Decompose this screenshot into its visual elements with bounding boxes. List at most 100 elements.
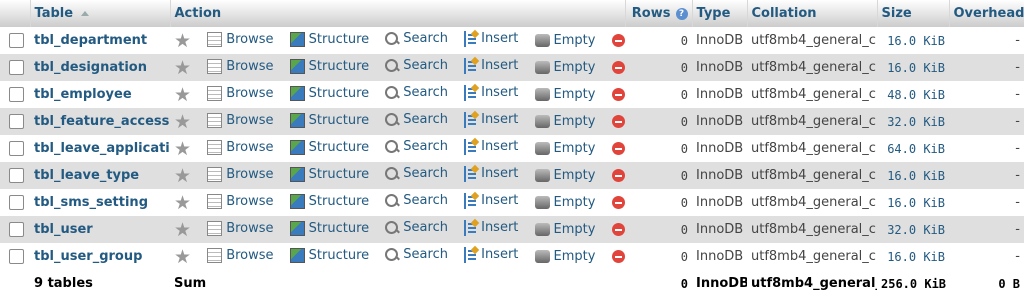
structure-button[interactable]: Structure bbox=[289, 139, 369, 155]
structure-button[interactable]: Structure bbox=[289, 193, 369, 209]
size-link[interactable]: 32.0 KiB bbox=[877, 216, 949, 243]
row-checkbox[interactable] bbox=[9, 87, 24, 102]
collation-link[interactable]: utf8mb4_general_ci bbox=[747, 135, 877, 162]
size-link[interactable]: 16.0 KiB bbox=[877, 189, 949, 216]
search-button[interactable]: Search bbox=[385, 139, 448, 155]
table-name-link[interactable]: tbl_leave_type bbox=[34, 168, 139, 183]
table-name-link[interactable]: tbl_feature_access bbox=[34, 114, 169, 129]
header-rows[interactable]: Rows? bbox=[625, 0, 693, 27]
size-link[interactable]: 16.0 KiB bbox=[877, 54, 949, 81]
size-link[interactable]: 16.0 KiB bbox=[877, 243, 949, 270]
drop-button[interactable]: Drop bbox=[611, 60, 625, 75]
insert-button[interactable]: Insert bbox=[464, 165, 518, 182]
favorite-star-icon[interactable]: ★ bbox=[174, 112, 191, 131]
browse-button[interactable]: Browse bbox=[207, 112, 274, 128]
row-checkbox[interactable] bbox=[9, 33, 24, 48]
size-link[interactable]: 48.0 KiB bbox=[877, 81, 949, 108]
drop-button[interactable]: Drop bbox=[611, 141, 625, 156]
favorite-star-icon[interactable]: ★ bbox=[174, 220, 191, 239]
empty-button[interactable]: Empty bbox=[534, 87, 595, 102]
browse-button[interactable]: Browse bbox=[207, 31, 274, 47]
collation-link[interactable]: utf8mb4_general_ci bbox=[747, 108, 877, 135]
empty-button[interactable]: Empty bbox=[534, 33, 595, 48]
help-icon[interactable]: ? bbox=[675, 7, 688, 20]
collation-link[interactable]: utf8mb4_general_ci bbox=[747, 243, 877, 270]
browse-button[interactable]: Browse bbox=[207, 166, 274, 182]
insert-button[interactable]: Insert bbox=[464, 246, 518, 263]
structure-button[interactable]: Structure bbox=[289, 85, 369, 101]
favorite-star-icon[interactable]: ★ bbox=[174, 85, 191, 104]
insert-button[interactable]: Insert bbox=[464, 138, 518, 155]
drop-button[interactable]: Drop bbox=[611, 195, 625, 210]
search-button[interactable]: Search bbox=[385, 85, 448, 101]
search-button[interactable]: Search bbox=[385, 112, 448, 128]
row-checkbox[interactable] bbox=[9, 141, 24, 156]
browse-button[interactable]: Browse bbox=[207, 193, 274, 209]
insert-button[interactable]: Insert bbox=[464, 30, 518, 47]
browse-button[interactable]: Browse bbox=[207, 85, 274, 101]
insert-button[interactable]: Insert bbox=[464, 57, 518, 74]
drop-button[interactable]: Drop bbox=[611, 168, 625, 183]
drop-button[interactable]: Drop bbox=[611, 222, 625, 237]
row-checkbox[interactable] bbox=[9, 114, 24, 129]
row-checkbox[interactable] bbox=[9, 249, 24, 264]
favorite-star-icon[interactable]: ★ bbox=[174, 139, 191, 158]
empty-button[interactable]: Empty bbox=[534, 114, 595, 129]
empty-button[interactable]: Empty bbox=[534, 60, 595, 75]
favorite-star-icon[interactable]: ★ bbox=[174, 166, 191, 185]
insert-button[interactable]: Insert bbox=[464, 192, 518, 209]
size-link[interactable]: 32.0 KiB bbox=[877, 108, 949, 135]
structure-button[interactable]: Structure bbox=[289, 31, 369, 47]
search-button[interactable]: Search bbox=[385, 31, 448, 47]
search-button[interactable]: Search bbox=[385, 166, 448, 182]
drop-button[interactable]: Drop bbox=[611, 114, 625, 129]
drop-button[interactable]: Drop bbox=[611, 249, 625, 264]
empty-button[interactable]: Empty bbox=[534, 249, 595, 264]
header-table[interactable]: Table bbox=[30, 0, 171, 27]
browse-button[interactable]: Browse bbox=[207, 220, 274, 236]
empty-button[interactable]: Empty bbox=[534, 195, 595, 210]
browse-button[interactable]: Browse bbox=[207, 139, 274, 155]
table-name-link[interactable]: tbl_department bbox=[34, 33, 147, 48]
size-link[interactable]: 64.0 KiB bbox=[877, 135, 949, 162]
row-checkbox[interactable] bbox=[9, 195, 24, 210]
size-link[interactable]: 16.0 KiB bbox=[877, 162, 949, 189]
structure-button[interactable]: Structure bbox=[289, 166, 369, 182]
search-button[interactable]: Search bbox=[385, 247, 448, 263]
collation-link[interactable]: utf8mb4_general_ci bbox=[747, 162, 877, 189]
collation-link[interactable]: utf8mb4_general_ci bbox=[747, 54, 877, 81]
size-link[interactable]: 16.0 KiB bbox=[877, 27, 949, 54]
favorite-star-icon[interactable]: ★ bbox=[174, 31, 191, 50]
table-name-link[interactable]: tbl_leave_application bbox=[34, 141, 170, 156]
collation-link[interactable]: utf8mb4_general_ci bbox=[747, 27, 877, 54]
favorite-star-icon[interactable]: ★ bbox=[174, 247, 191, 266]
insert-button[interactable]: Insert bbox=[464, 84, 518, 101]
row-checkbox[interactable] bbox=[9, 60, 24, 75]
table-name-link[interactable]: tbl_designation bbox=[34, 60, 147, 75]
header-overhead[interactable]: Overhead bbox=[949, 0, 1024, 27]
favorite-star-icon[interactable]: ★ bbox=[174, 58, 191, 77]
structure-button[interactable]: Structure bbox=[289, 247, 369, 263]
insert-button[interactable]: Insert bbox=[464, 219, 518, 236]
header-size[interactable]: Size bbox=[877, 0, 950, 27]
collation-link[interactable]: utf8mb4_general_ci bbox=[747, 216, 877, 243]
table-name-link[interactable]: tbl_sms_setting bbox=[34, 195, 148, 210]
favorite-star-icon[interactable]: ★ bbox=[174, 193, 191, 212]
table-name-link[interactable]: tbl_employee bbox=[34, 87, 132, 102]
empty-button[interactable]: Empty bbox=[534, 222, 595, 237]
structure-button[interactable]: Structure bbox=[289, 58, 369, 74]
empty-button[interactable]: Empty bbox=[534, 168, 595, 183]
browse-button[interactable]: Browse bbox=[207, 58, 274, 74]
browse-button[interactable]: Browse bbox=[207, 247, 274, 263]
collation-link[interactable]: utf8mb4_general_ci bbox=[747, 189, 877, 216]
search-button[interactable]: Search bbox=[385, 193, 448, 209]
structure-button[interactable]: Structure bbox=[289, 112, 369, 128]
row-checkbox[interactable] bbox=[9, 168, 24, 183]
search-button[interactable]: Search bbox=[385, 220, 448, 236]
insert-button[interactable]: Insert bbox=[464, 111, 518, 128]
collation-link[interactable]: utf8mb4_general_ci bbox=[747, 81, 877, 108]
drop-button[interactable]: Drop bbox=[611, 33, 625, 48]
drop-button[interactable]: Drop bbox=[611, 87, 625, 102]
search-button[interactable]: Search bbox=[385, 58, 448, 74]
row-checkbox[interactable] bbox=[9, 222, 24, 237]
